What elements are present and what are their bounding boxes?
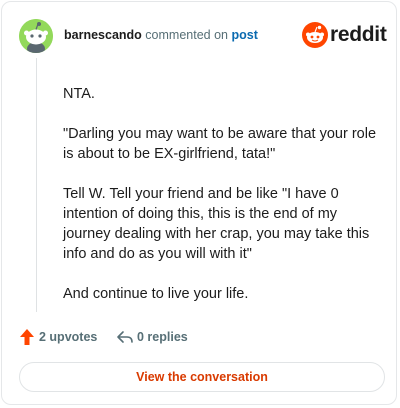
snoo-avatar-icon[interactable] bbox=[19, 19, 53, 53]
upvote-button[interactable]: 2 upvotes bbox=[19, 328, 99, 346]
reddit-logo-icon bbox=[302, 22, 328, 48]
username-link[interactable]: barnescando bbox=[64, 28, 142, 42]
comment-body: NTA. "Darling you may want to be aware th… bbox=[63, 84, 383, 324]
reddit-brand[interactable]: reddit bbox=[302, 22, 387, 50]
comment-header: barnescando commented on post reddit bbox=[19, 19, 387, 53]
comment-meta: barnescando commented on post bbox=[64, 28, 258, 42]
reply-icon bbox=[117, 331, 133, 343]
comment-paragraph: NTA. bbox=[63, 86, 95, 102]
comment-paragraph: "Darling you may want to be aware that y… bbox=[63, 126, 377, 162]
reddit-wordmark: reddit bbox=[330, 23, 387, 46]
reply-count: 0 replies bbox=[137, 330, 188, 344]
comment-embed-card: barnescando commented on post reddit NTA… bbox=[1, 1, 397, 405]
thread-line bbox=[36, 58, 37, 312]
comment-paragraph: Tell W. Tell your friend and be like "I … bbox=[63, 186, 370, 262]
comment-paragraph: And continue to live your life. bbox=[63, 286, 249, 302]
reply-button[interactable]: 0 replies bbox=[116, 328, 196, 346]
post-link[interactable]: post bbox=[231, 28, 257, 42]
upvote-arrow-icon bbox=[20, 329, 34, 345]
upvote-count: 2 upvotes bbox=[39, 330, 98, 344]
view-conversation-button[interactable]: View the conversation bbox=[19, 362, 385, 392]
action-text: commented on bbox=[145, 28, 228, 42]
